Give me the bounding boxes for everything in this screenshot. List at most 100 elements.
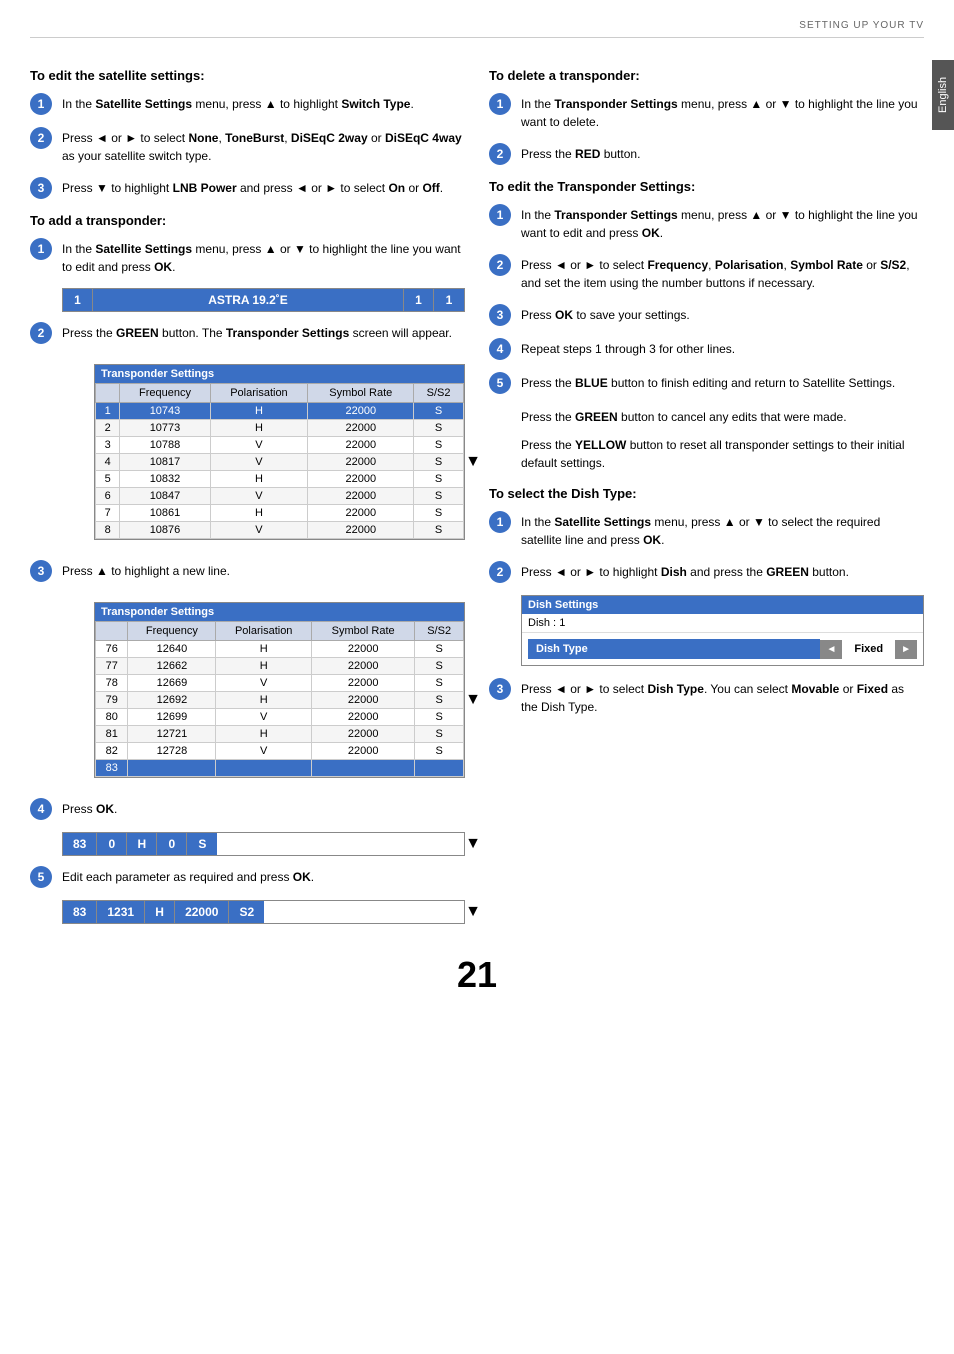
step-text-add-5: Edit each parameter as required and pres… (62, 866, 314, 886)
step-edit-sat-3: 3 Press ▼ to highlight LNB Power and pre… (30, 177, 465, 199)
col-header-pol: Polarisation (210, 384, 308, 403)
row-pol: V (210, 437, 308, 454)
step-edit-tp-1: 1 In the Transponder Settings menu, pres… (489, 204, 924, 242)
astra-bar-num: 1 (63, 289, 93, 311)
row-freq: 12699 (128, 709, 216, 726)
row-num: 3 (96, 437, 120, 454)
col-header-ss2: S/S2 (414, 384, 464, 403)
row-sr: 22000 (308, 454, 414, 471)
note-green-text: Press the GREEN button to cancel any edi… (521, 406, 924, 426)
dish-type-inner-row: Dish Type ◄ Fixed ► (528, 636, 917, 662)
row-sr: 22000 (312, 709, 415, 726)
step-number-1: 1 (30, 93, 52, 115)
row-ss2: S (414, 522, 464, 539)
step-edit-tp-2: 2 Press ◄ or ► to select Frequency, Pola… (489, 254, 924, 292)
row-ss2: S (414, 403, 464, 420)
row-freq: 12728 (128, 743, 216, 760)
dish-type-arrow-right[interactable]: ► (895, 640, 917, 659)
right-column: To delete a transponder: 1 In the Transp… (489, 54, 924, 934)
row-ss2: S (414, 488, 464, 505)
row-pol: V (216, 675, 312, 692)
left-column: To edit the satellite settings: 1 In the… (30, 54, 465, 934)
astra-bar: 1 ASTRA 19.2˚E 1 1 (62, 288, 465, 312)
dish-panel: Dish Settings Dish : 1 Dish Type ◄ Fixed… (521, 595, 924, 666)
row-sr: 22000 (308, 403, 414, 420)
row-sr: 22000 (308, 420, 414, 437)
transponder-table2: Transponder Settings Frequency Polarisat… (94, 602, 465, 778)
edited-bar-wrapper: 83 1231 H 22000 S2 ▼ (30, 900, 465, 924)
dish-type-label: Dish Type (528, 639, 820, 659)
dish-type-arrow-left[interactable]: ◄ (820, 640, 842, 659)
row-num: 80 (96, 709, 128, 726)
transponder-table1: Transponder Settings Frequency Polarisat… (94, 364, 465, 540)
dish-panel-title: Dish Settings (522, 596, 923, 614)
step-text-add-1: In the Satellite Settings menu, press ▲ … (62, 238, 465, 276)
row-pol: H (210, 403, 308, 420)
step-dish-1: 1 In the Satellite Settings menu, press … (489, 511, 924, 549)
step-num-add-2: 2 (30, 322, 52, 344)
step-edit-sat-1: 1 In the Satellite Settings menu, press … (30, 93, 465, 115)
row-pol: V (216, 743, 312, 760)
step-add-tp-5: 5 Edit each parameter as required and pr… (30, 866, 465, 888)
row-sr (312, 760, 415, 777)
transponder-table2-table: Frequency Polarisation Symbol Rate S/S2 … (95, 621, 464, 777)
row-num: 83 (96, 760, 128, 777)
step-text-edit-sat-1: In the Satellite Settings menu, press ▲ … (62, 93, 414, 113)
note-yellow-text: Press the YELLOW button to reset all tra… (521, 434, 924, 472)
step-num-edit-tp-3: 3 (489, 304, 511, 326)
step-text-edit-tp-1: In the Transponder Settings menu, press … (521, 204, 924, 242)
step-text-del-1: In the Transponder Settings menu, press … (521, 93, 924, 131)
row-ss2: S (414, 454, 464, 471)
col2-header-pol: Polarisation (216, 622, 312, 641)
ok-bar-num: 83 (63, 833, 97, 855)
transponder-table1-title: Transponder Settings (95, 365, 464, 383)
table-row: 80 12699 V 22000 S (96, 709, 464, 726)
row-freq (128, 760, 216, 777)
step-num-del-1: 1 (489, 93, 511, 115)
table-row: 77 12662 H 22000 S (96, 658, 464, 675)
col-header-num (96, 384, 120, 403)
dish-panel-dish-row: Dish : 1 (522, 614, 923, 633)
row-freq: 10861 (120, 505, 210, 522)
step-num-add-3: 3 (30, 560, 52, 582)
step-text-dish-1: In the Satellite Settings menu, press ▲ … (521, 511, 924, 549)
scroll-arrow-edited: ▼ (465, 903, 481, 921)
astra-bar-val1: 1 (404, 289, 434, 311)
step-num-del-2: 2 (489, 143, 511, 165)
row-pol (216, 760, 312, 777)
step-number-2: 2 (30, 127, 52, 149)
row-num: 7 (96, 505, 120, 522)
scroll-arrow-ok: ▼ (465, 835, 481, 853)
step-edit-tp-4: 4 Repeat steps 1 through 3 for other lin… (489, 338, 924, 360)
col2-header-num (96, 622, 128, 641)
step-dish-3: 3 Press ◄ or ► to select Dish Type. You … (489, 678, 924, 716)
edited-bar-num: 83 (63, 901, 97, 923)
edited-bar-freq: 1231 (97, 901, 145, 923)
row-ss2: S (415, 641, 464, 658)
row-pol: H (210, 505, 308, 522)
ok-bar-pol: H (127, 833, 157, 855)
row-num: 76 (96, 641, 128, 658)
step-del-2: 2 Press the RED button. (489, 143, 924, 165)
dish-type-row: Dish Type ◄ Fixed ► (522, 633, 923, 665)
step-text-edit-tp-3: Press OK to save your settings. (521, 304, 690, 324)
row-sr: 22000 (308, 488, 414, 505)
page-number: 21 (30, 954, 924, 996)
col-header-freq: Frequency (120, 384, 210, 403)
step-add-tp-1: 1 In the Satellite Settings menu, press … (30, 238, 465, 276)
row-freq: 10876 (120, 522, 210, 539)
row-num: 4 (96, 454, 120, 471)
row-ss2: S (415, 709, 464, 726)
step-num-edit-tp-2: 2 (489, 254, 511, 276)
row-sr: 22000 (312, 658, 415, 675)
dish-value: 1 (559, 617, 565, 629)
step-text-edit-tp-2: Press ◄ or ► to select Frequency, Polari… (521, 254, 924, 292)
row-ss2: S (415, 692, 464, 709)
row-freq: 10847 (120, 488, 210, 505)
row-ss2 (415, 760, 464, 777)
row-num: 2 (96, 420, 120, 437)
transponder-table2-wrapper: Transponder Settings Frequency Polarisat… (62, 594, 465, 788)
row-sr: 22000 (312, 726, 415, 743)
step-text-edit-tp-4: Repeat steps 1 through 3 for other lines… (521, 338, 735, 358)
table-row: 81 12721 H 22000 S (96, 726, 464, 743)
